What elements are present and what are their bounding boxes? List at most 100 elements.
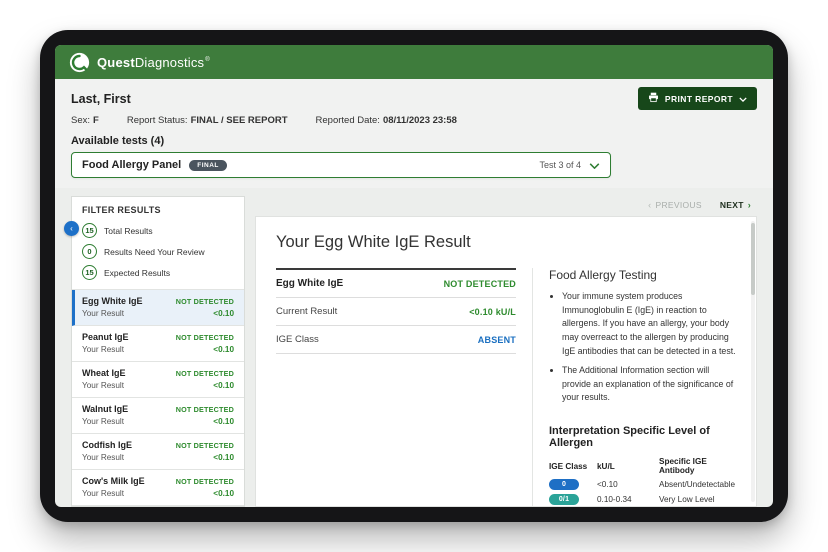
row-value: NOT DETECTED: [443, 278, 516, 289]
count-circle: 0: [82, 244, 97, 259]
label-cell: Absent/Undetectable: [659, 480, 736, 489]
row-label: Current Result: [276, 306, 338, 317]
result-label: Your Result: [82, 309, 125, 318]
available-tests-label: Available tests (4): [71, 135, 165, 147]
list-item-codfish[interactable]: Codfish IgE NOT DETECTED Your Result <0.10: [72, 434, 244, 470]
result-value: <0.10: [213, 453, 234, 462]
patient-header: Last, First PRINT REPORT Sex: F Report S…: [55, 79, 773, 188]
filter-count-expected[interactable]: 15 Expected Results: [72, 262, 244, 283]
range-cell: 0.10-0.34: [597, 495, 632, 504]
print-report-button[interactable]: PRINT REPORT: [637, 87, 757, 110]
test-name: Codfish IgE: [82, 440, 132, 450]
info-title: Food Allergy Testing: [549, 268, 657, 282]
info-bullets: Your immune system produces Immunoglobul…: [549, 290, 736, 405]
patient-name: Last, First: [71, 91, 131, 106]
count-circle: 15: [82, 223, 97, 238]
brand-name: QuestDiagnostics®: [97, 55, 210, 70]
printer-icon: [648, 92, 659, 105]
filter-sidebar: ‹ FILTER RESULTS 15 Total Results 0 Resu…: [64, 196, 245, 507]
table-row: IGE Class ABSENT: [276, 326, 516, 354]
previous-button[interactable]: ‹ PREVIOUS: [648, 200, 702, 210]
chevron-left-icon: ‹: [648, 200, 652, 210]
content-area: ‹ FILTER RESULTS 15 Total Results 0 Resu…: [55, 188, 773, 507]
scrollbar-track: [751, 221, 755, 502]
info-bullet: The Additional Information section will …: [562, 364, 736, 405]
count-circle: 15: [82, 265, 97, 280]
list-item-cows-milk[interactable]: Cow's Milk IgE NOT DETECTED Your Result <0…: [72, 470, 244, 506]
status-badge: NOT DETECTED: [175, 477, 234, 486]
info-bullet: Your immune system produces Immunoglobul…: [562, 290, 736, 358]
main-column: ‹ PREVIOUS NEXT › Your Egg White IgE Resul…: [255, 196, 757, 507]
result-pagination: ‹ PREVIOUS NEXT ›: [255, 196, 757, 214]
sidebar-collapse-button[interactable]: ‹: [64, 221, 79, 236]
column-header: Specific IGE Antibody: [659, 457, 707, 475]
result-label: Your Result: [82, 417, 125, 426]
patient-sex: Sex: F: [71, 115, 99, 126]
test-selector-name: Food Allergy Panel: [82, 159, 182, 171]
result-value: <0.10: [213, 345, 234, 354]
patient-meta: Sex: F Report Status: FINAL / SEE REPORT R…: [71, 115, 757, 126]
row-value: <0.10 kU/L: [469, 306, 516, 317]
result-value: <0.10: [213, 417, 234, 426]
table-row: 0/1 0.10-0.34 Very Low Level: [549, 494, 736, 505]
status-badge: NOT DETECTED: [175, 297, 234, 306]
table-header-row: IGE Class kU/L Specific IGE Antibody: [549, 457, 736, 475]
column-header: IGE Class: [549, 461, 588, 471]
result-label: Your Result: [82, 381, 125, 390]
test-name: Wheat IgE: [82, 368, 126, 378]
reported-date: Reported Date: 08/11/2023 23:58: [315, 115, 457, 126]
test-name: Cow's Milk IgE: [82, 476, 145, 486]
test-selector-dropdown[interactable]: Food Allergy Panel FINAL Test 3 of 4: [71, 152, 611, 178]
next-button[interactable]: NEXT ›: [720, 200, 751, 210]
range-cell: <0.10: [597, 480, 618, 489]
test-name: Walnut IgE: [82, 404, 129, 414]
test-name: Peanut IgE: [82, 332, 129, 342]
quest-logo-icon: [69, 52, 90, 73]
result-table: Egg White IgE NOT DETECTED Current Resul…: [276, 268, 516, 354]
final-status-badge: FINAL: [189, 159, 227, 171]
result-value: <0.10: [213, 489, 234, 498]
chevron-down-icon: [589, 156, 600, 174]
result-panel: Your Egg White IgE Result Egg White IgE …: [255, 216, 757, 507]
filter-title: FILTER RESULTS: [82, 205, 161, 215]
interpretation-table: IGE Class kU/L Specific IGE Antibody 0 <…: [549, 457, 736, 506]
table-row: Egg White IgE NOT DETECTED: [276, 268, 516, 298]
filter-count-review[interactable]: 0 Results Need Your Review: [72, 241, 244, 262]
ige-class-pill: 0/1: [549, 494, 579, 505]
result-value: <0.10: [213, 381, 234, 390]
test-name: Egg White IgE: [82, 296, 143, 306]
brand-regular: Diagnostics: [134, 54, 205, 70]
count-label: Expected Results: [104, 267, 171, 278]
result-label: Your Result: [82, 453, 125, 462]
list-item-walnut[interactable]: Walnut IgE NOT DETECTED Your Result <0.10: [72, 398, 244, 434]
list-item-egg-white[interactable]: Egg White IgE NOT DETECTED Your Result <0.…: [72, 290, 244, 326]
result-value: <0.10: [213, 309, 234, 318]
chevron-right-icon: ›: [747, 200, 751, 210]
app-header: QuestDiagnostics®: [55, 45, 773, 79]
brand-reg-mark: ®: [205, 57, 210, 64]
row-label: Egg White IgE: [276, 278, 344, 289]
list-item-wheat[interactable]: Wheat IgE NOT DETECTED Your Result <0.10: [72, 362, 244, 398]
report-status: Report Status: FINAL / SEE REPORT: [126, 115, 288, 126]
scrollbar-thumb[interactable]: [751, 223, 755, 295]
print-report-label: PRINT REPORT: [664, 93, 733, 104]
status-badge: NOT DETECTED: [175, 333, 234, 342]
ige-class-pill: 0: [549, 479, 579, 490]
column-header: kU/L: [597, 461, 615, 471]
label-cell: Very Low Level: [659, 495, 715, 504]
page: QuestDiagnostics® Last, First PRINT REPO…: [0, 0, 828, 552]
table-row: Current Result <0.10 kU/L: [276, 298, 516, 326]
count-label: Results Need Your Review: [104, 246, 205, 257]
table-row: 0 <0.10 Absent/Undetectable: [549, 479, 736, 490]
status-badge: NOT DETECTED: [175, 405, 234, 414]
status-badge: NOT DETECTED: [175, 369, 234, 378]
test-position: Test 3 of 4: [539, 160, 581, 170]
list-item-peanut[interactable]: Peanut IgE NOT DETECTED Your Result <0.10: [72, 326, 244, 362]
count-label: Total Results: [104, 225, 153, 236]
info-panel: Food Allergy Testing Your immune system …: [532, 268, 736, 506]
row-label: IGE Class: [276, 334, 319, 345]
chevron-down-icon: [739, 94, 747, 104]
tablet-frame: QuestDiagnostics® Last, First PRINT REPO…: [40, 30, 788, 522]
app-screen: QuestDiagnostics® Last, First PRINT REPO…: [55, 45, 773, 507]
filter-count-total[interactable]: 15 Total Results: [72, 220, 244, 241]
